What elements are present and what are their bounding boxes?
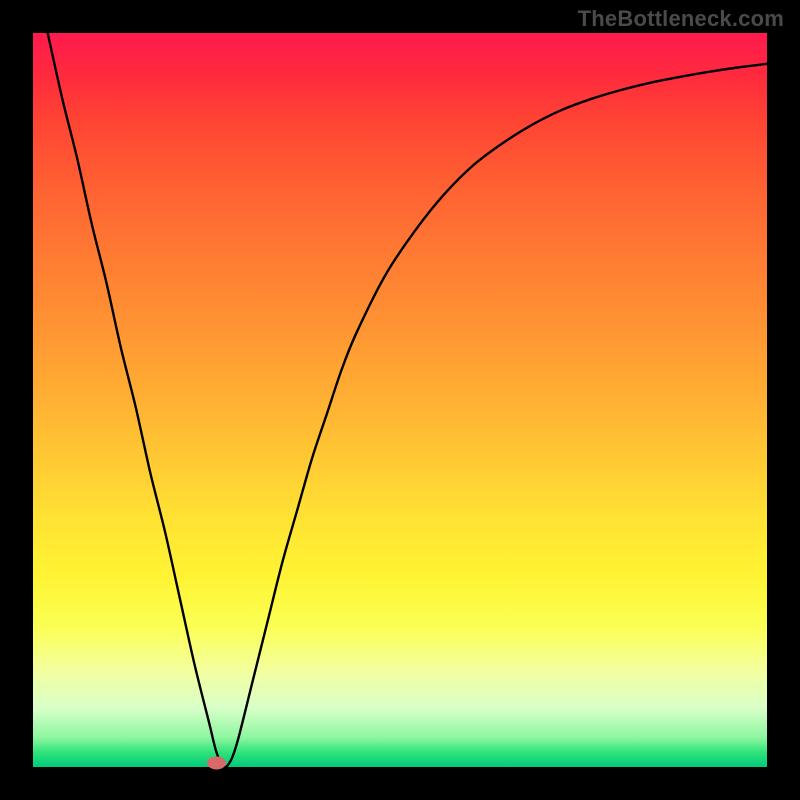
watermark-label: TheBottleneck.com [578, 6, 784, 32]
minimum-marker-dot [208, 757, 226, 769]
bottleneck-curve-svg [33, 33, 767, 767]
chart-frame: TheBottleneck.com [0, 0, 800, 800]
bottleneck-curve-path [48, 33, 767, 767]
